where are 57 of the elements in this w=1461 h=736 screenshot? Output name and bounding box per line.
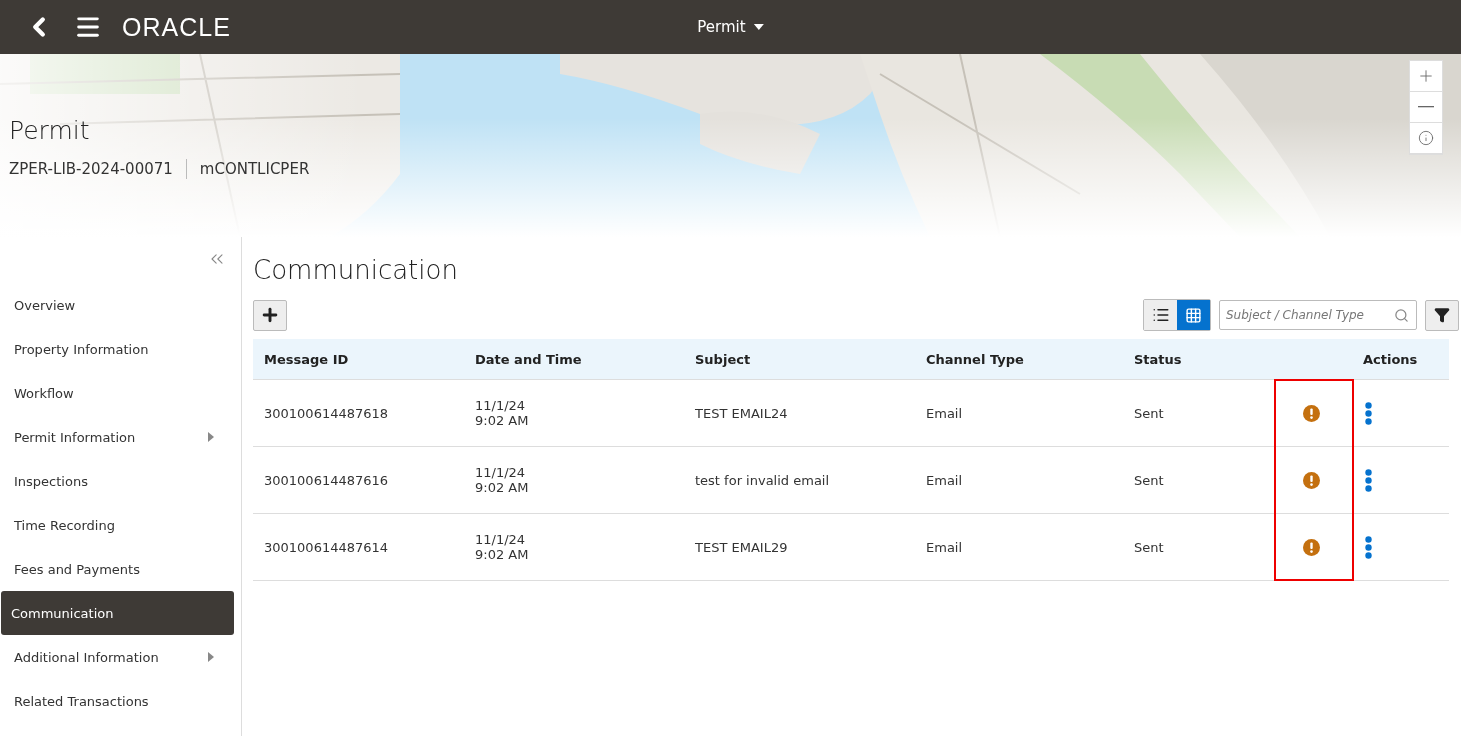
column-header: Actions [1352,339,1449,380]
table-cell: Sent [1123,380,1270,447]
column-header: Message ID [253,339,464,380]
table-cell: Email [915,447,1123,514]
table-cell: 300100614487616 [253,447,464,514]
plus-icon [1417,67,1435,85]
actions-menu-button[interactable] [1365,535,1372,559]
sidebar-item[interactable]: Fees and Payments [1,547,234,591]
table-cell: test for invalid email [684,447,915,514]
kebab-icon [1365,468,1372,492]
sidebar-item[interactable]: Time Recording [1,503,234,547]
column-header: Date and Time [464,339,684,380]
table-view-button[interactable] [1177,300,1210,330]
sidebar-item[interactable]: Inspections [1,459,234,503]
table-cell: 11/1/24 9:02 AM [464,447,684,514]
filter-icon [1434,307,1450,323]
search-field[interactable]: Subject / Channel Type [1219,300,1417,330]
column-header: Status [1123,339,1270,380]
table-cell: Sent [1123,447,1270,514]
logo: ORACLE [122,12,231,42]
list-icon [1151,306,1170,324]
grid-icon [1185,306,1202,324]
record-type: mCONTLICPER [199,160,310,178]
sidebar-item[interactable]: Permit Information [1,415,234,459]
sidebar-item[interactable]: Related Transactions [1,679,234,723]
sidebar-item[interactable]: Additional Information [1,635,234,679]
actions-menu-button[interactable] [1365,401,1372,425]
filter-button[interactable] [1425,299,1459,331]
column-header: Channel Type [915,339,1123,380]
table-cell: Email [915,380,1123,447]
info-icon [1418,130,1434,146]
record-title: Permit [9,116,90,145]
table-cell: 300100614487618 [253,380,464,447]
page-title: Communication [253,255,459,287]
caret-icon [753,24,764,30]
table-cell: 11/1/24 9:02 AM [464,380,684,447]
search-icon [1394,308,1409,323]
table-cell: Sent [1123,514,1270,581]
actions-menu-button[interactable] [1365,468,1372,492]
plus-icon [260,305,280,325]
title-dropdown[interactable]: Permit [691,17,770,37]
table-cell: 11/1/24 9:02 AM [464,514,684,581]
list-view-button[interactable] [1144,300,1177,330]
kebab-icon [1365,401,1372,425]
column-header: Subject [684,339,915,380]
table-cell: Email [915,514,1123,581]
table-cell: TEST EMAIL24 [684,380,915,447]
table-cell: TEST EMAIL29 [684,514,915,581]
kebab-icon [1365,535,1372,559]
sidebar-item[interactable]: Communication [1,591,234,635]
sidebar-item[interactable]: Property Information [1,327,234,371]
table-cell: 300100614487614 [253,514,464,581]
record-id: ZPER-LIB-2024-00071 [9,160,173,178]
add-button[interactable] [253,299,287,331]
minus-icon [1418,106,1434,108]
sidebar-item[interactable]: Overview [1,283,234,327]
sidebar-item[interactable]: Workflow [1,371,234,415]
